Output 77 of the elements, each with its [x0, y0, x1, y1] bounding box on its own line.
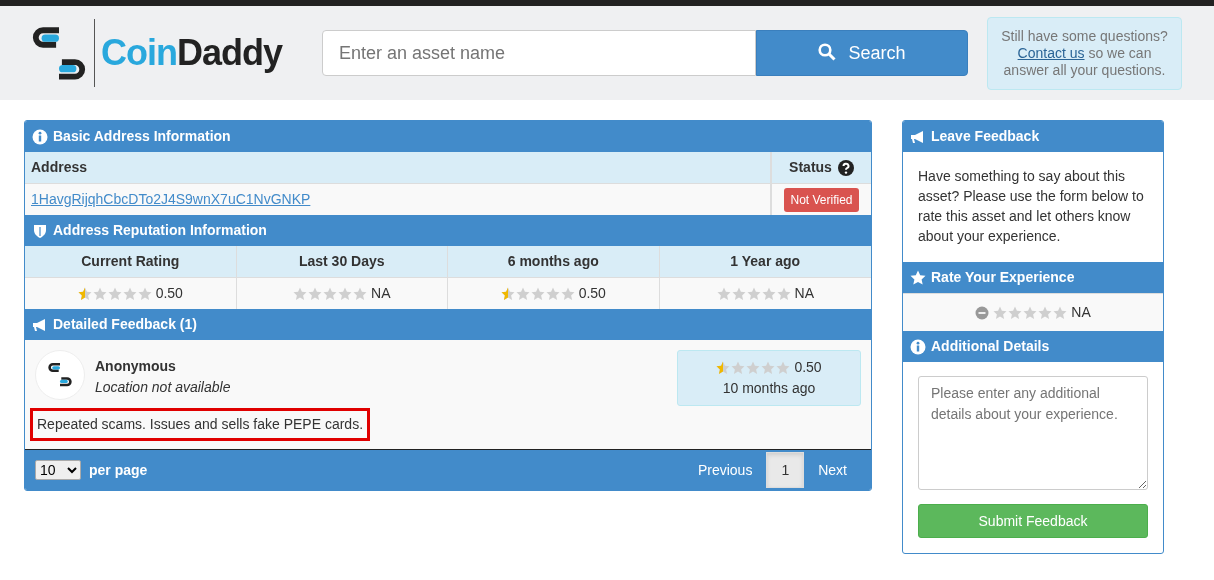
author-name: Anonymous	[95, 357, 177, 376]
star-icon	[122, 286, 137, 301]
location-text: Location not available	[95, 378, 232, 397]
section-title: Address Reputation Information	[53, 221, 267, 240]
search-button[interactable]: Search	[756, 30, 968, 76]
star-icon	[716, 286, 731, 301]
star-icon	[746, 360, 761, 375]
star-icon	[746, 286, 761, 301]
star-icon	[92, 286, 107, 301]
star-icon	[338, 286, 352, 301]
star-icon	[353, 286, 367, 301]
contact-link[interactable]: Contact us	[1017, 44, 1085, 61]
star-icon	[308, 286, 322, 301]
address-link[interactable]: 1HavgRijqhCbcDTo2J4S9wnX7uC1NvGNKP	[31, 189, 311, 210]
section-title: Basic Address Information	[53, 127, 231, 146]
per-page-select[interactable]: 10	[35, 460, 81, 480]
star-icon	[731, 360, 746, 375]
clear-rating-icon[interactable]	[975, 305, 990, 320]
rating-value: NA	[371, 284, 391, 303]
star-icon	[716, 360, 731, 375]
star-icon	[77, 286, 92, 301]
per-page-label: per page	[89, 460, 149, 480]
description-text: Have something to say about this asset? Please use the form below to rate this asset and let others know about your experience.	[917, 167, 1145, 246]
rating-value: 0.50	[155, 284, 183, 303]
column-header: Current Rating	[81, 252, 180, 271]
time-text: 10 months ago	[721, 379, 817, 398]
section-title: Detailed Feedback (1)	[53, 315, 197, 334]
star-icon	[560, 286, 575, 301]
info-icon	[32, 128, 48, 145]
star-icon	[293, 286, 307, 301]
shield-icon	[32, 222, 48, 239]
status-badge: Not Verified	[784, 187, 859, 212]
pager-link[interactable]: Previous	[683, 452, 767, 488]
section-title: Leave Feedback	[931, 127, 1040, 146]
comment-text: Repeated scams. Issues and sells fake PEPE cards.	[30, 408, 371, 441]
search-field[interactable]: Enter an asset name	[322, 30, 756, 76]
star-icon	[910, 269, 926, 286]
rating-value: NA	[1071, 303, 1091, 322]
section-title: Additional Details	[931, 337, 1050, 356]
search-icon	[818, 42, 837, 61]
column-header: Status	[789, 158, 832, 177]
star-icon	[1038, 305, 1053, 320]
star-icon	[545, 286, 560, 301]
column-header: 6 months ago	[507, 252, 599, 271]
megaphone-icon	[910, 128, 926, 145]
star-icon	[761, 286, 776, 301]
page-button[interactable]: 1	[766, 452, 805, 488]
star-icon	[500, 286, 515, 301]
info-icon	[910, 338, 926, 355]
star-icon	[1008, 305, 1023, 320]
star-icon	[107, 286, 122, 301]
star-icon	[776, 360, 791, 375]
section-title: Rate Your Experience	[931, 268, 1075, 287]
column-header: Address	[31, 158, 88, 177]
help-text: Still have some questions? Contact us so we can answer all your questions.	[1000, 27, 1169, 79]
column-header: Last 30 Days	[298, 252, 385, 271]
details-field[interactable]: Please enter any additional details about your experience.	[918, 376, 1148, 490]
star-icon	[515, 286, 530, 301]
rating-value: 0.50	[578, 284, 606, 303]
help-icon[interactable]	[837, 159, 854, 176]
star-icon	[761, 360, 776, 375]
star-icon	[1023, 305, 1038, 320]
star-icon	[530, 286, 545, 301]
star-icon	[1053, 305, 1068, 320]
rating-value: 0.50	[794, 358, 822, 377]
star-icon	[993, 305, 1008, 320]
logo-text: CoinDaddy	[101, 35, 282, 71]
megaphone-icon	[32, 316, 48, 333]
star-icon	[323, 286, 337, 301]
star-icon	[731, 286, 746, 301]
pager-link[interactable]: Next	[804, 452, 861, 488]
logo-icon	[47, 361, 73, 389]
column-header: 1 Year ago	[730, 252, 801, 271]
star-icon	[776, 286, 791, 301]
submit-button[interactable]: Submit Feedback	[918, 504, 1148, 538]
star-icon	[137, 286, 152, 301]
rating-value: NA	[794, 284, 814, 303]
